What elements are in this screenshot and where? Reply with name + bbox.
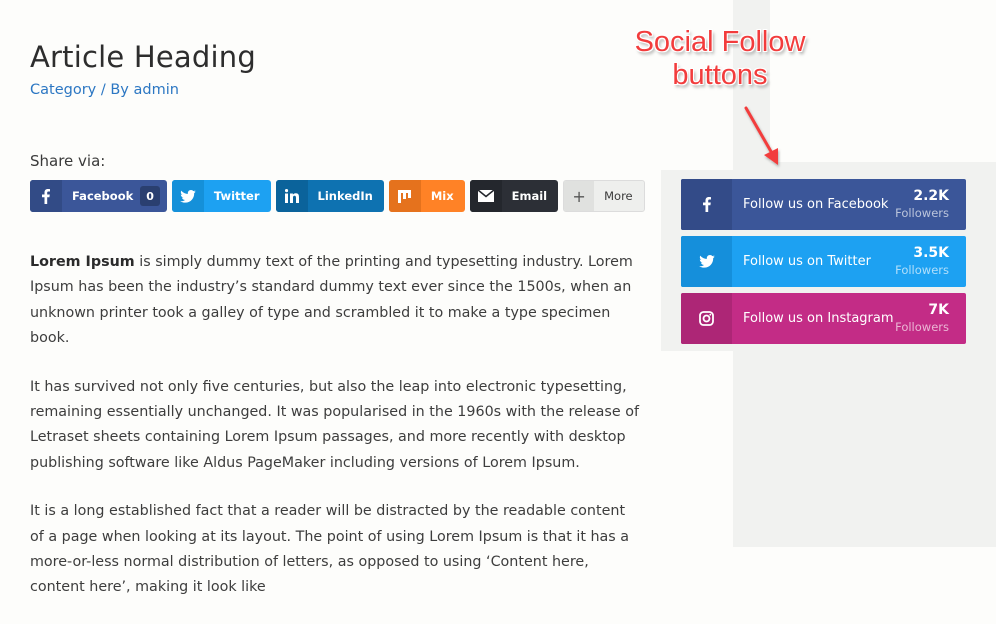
follower-unit: Followers bbox=[895, 205, 949, 220]
share-label: Share via: bbox=[30, 152, 106, 170]
share-email-label: Email bbox=[511, 189, 548, 203]
paragraph: Lorem Ipsum is simply dummy text of the … bbox=[30, 250, 640, 351]
share-linkedin-button[interactable]: LinkedIn bbox=[275, 180, 384, 212]
meta-separator: / By bbox=[96, 82, 134, 98]
follower-count: 2.2K bbox=[913, 187, 949, 204]
annotation-line-2: buttons bbox=[672, 59, 768, 91]
annotation-line-1: Social Follow bbox=[634, 26, 806, 58]
follower-unit: Followers bbox=[895, 319, 949, 334]
category-link[interactable]: Category bbox=[30, 82, 96, 98]
share-facebook-count: 0 bbox=[140, 186, 160, 206]
share-mix-button[interactable]: Mix bbox=[388, 180, 465, 212]
follow-twitter-label: Follow us on Twitter bbox=[743, 254, 871, 269]
plus-icon: + bbox=[564, 181, 595, 211]
follow-facebook-button[interactable]: Follow us on Facebook 2.2K Followers bbox=[681, 179, 966, 230]
follow-instagram-label: Follow us on Instagram bbox=[743, 311, 894, 326]
facebook-icon bbox=[30, 180, 62, 212]
follow-instagram-button[interactable]: Follow us on Instagram 7K Followers bbox=[681, 293, 966, 344]
follow-twitter-button[interactable]: Follow us on Twitter 3.5K Followers bbox=[681, 236, 966, 287]
follower-unit: Followers bbox=[895, 262, 949, 277]
annotation-callout: Social Follow buttons bbox=[620, 26, 820, 92]
follow-facebook-label: Follow us on Facebook bbox=[743, 197, 889, 212]
follow-instagram-count: 7K Followers bbox=[895, 293, 966, 344]
facebook-icon bbox=[681, 179, 732, 230]
share-twitter-button[interactable]: Twitter bbox=[171, 180, 271, 212]
share-more-button[interactable]: + More bbox=[563, 180, 645, 212]
share-more-label: More bbox=[604, 189, 633, 203]
share-mix-label: Mix bbox=[430, 189, 454, 203]
share-facebook-label: Facebook bbox=[72, 189, 134, 203]
author-link[interactable]: admin bbox=[133, 82, 178, 98]
instagram-icon bbox=[681, 293, 732, 344]
share-email-button[interactable]: Email bbox=[469, 180, 559, 212]
linkedin-icon bbox=[275, 180, 308, 212]
paragraph-bold-lead: Lorem Ipsum bbox=[30, 254, 135, 270]
twitter-icon bbox=[681, 236, 732, 287]
paragraph: It has survived not only five centuries,… bbox=[30, 378, 639, 471]
share-buttons: Facebook 0 Twitter LinkedIn Mix Email + … bbox=[30, 180, 645, 212]
article-meta: Category / By admin bbox=[30, 82, 179, 98]
follower-count: 7K bbox=[928, 301, 949, 318]
article-title: Article Heading bbox=[30, 40, 256, 74]
follow-twitter-count: 3.5K Followers bbox=[895, 236, 966, 287]
share-twitter-label: Twitter bbox=[213, 189, 260, 203]
paragraph: It is a long established fact that a rea… bbox=[30, 503, 630, 596]
follower-count: 3.5K bbox=[913, 244, 949, 261]
article-content: Lorem Ipsum is simply dummy text of the … bbox=[30, 250, 640, 624]
social-follow-buttons: Follow us on Facebook 2.2K Followers Fol… bbox=[681, 179, 966, 350]
share-facebook-button[interactable]: Facebook 0 bbox=[30, 180, 167, 212]
email-icon bbox=[469, 180, 502, 212]
follow-facebook-count: 2.2K Followers bbox=[895, 179, 966, 230]
twitter-icon bbox=[171, 180, 204, 212]
mix-icon bbox=[388, 180, 421, 212]
share-linkedin-label: LinkedIn bbox=[317, 189, 373, 203]
annotation-arrow-icon bbox=[744, 106, 778, 165]
